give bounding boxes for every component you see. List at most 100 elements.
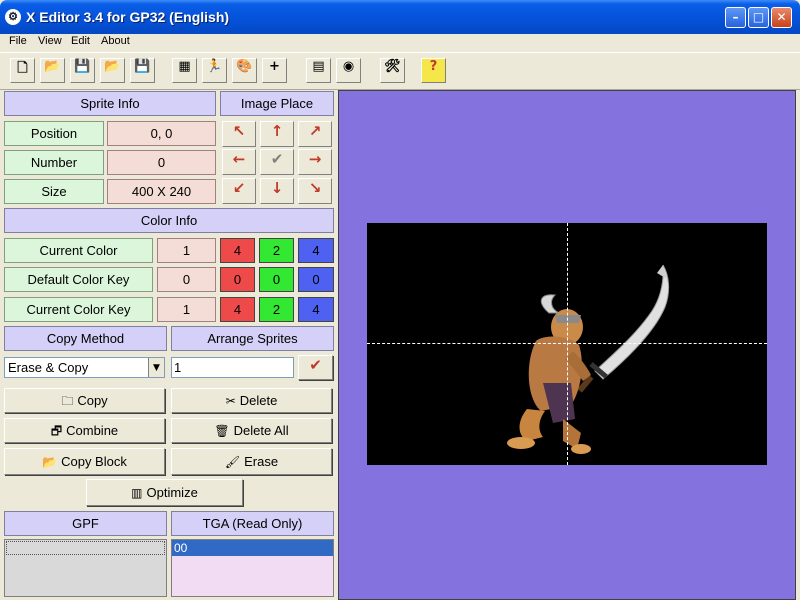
default-color-key-index: 0 [157, 267, 216, 292]
arrange-apply-button[interactable]: ✔ [298, 355, 333, 380]
arrow-up-left-button[interactable]: ↖ [222, 121, 256, 147]
arrow-down-left-button[interactable]: ↙ [222, 178, 256, 204]
delete-button[interactable]: ✂ Delete [171, 388, 332, 413]
open-folder-icon: 📂 [42, 455, 58, 469]
arrange-sprites-input[interactable]: 1 [171, 357, 294, 378]
default-color-key-red: 0 [220, 267, 255, 292]
default-color-key-label: Default Color Key [4, 267, 153, 292]
trash-icon: 🗑 [214, 424, 230, 438]
menu-edit[interactable]: Edit [71, 35, 90, 47]
maximize-button[interactable]: □ [748, 7, 769, 28]
delete-all-button-label: Delete All [233, 423, 289, 438]
optimize-icon: ▥ [131, 486, 143, 500]
list-item[interactable]: 00 [172, 540, 333, 556]
sprite-view[interactable] [367, 223, 767, 465]
close-button[interactable]: ✕ [771, 7, 792, 28]
size-value: 400 X 240 [107, 179, 216, 204]
copy-block-button-label: Copy Block [61, 454, 127, 469]
gpf-list[interactable] [4, 539, 167, 597]
number-label: Number [4, 150, 104, 175]
current-color-index: 1 [157, 238, 216, 263]
disc-icon[interactable]: ◉ [336, 58, 361, 83]
current-color-key-blue: 4 [298, 297, 334, 322]
default-color-key-green: 0 [259, 267, 294, 292]
eraser-icon: 🖌 [224, 455, 241, 469]
erase-button-label: Erase [244, 454, 279, 469]
arrow-up-right-button[interactable]: ↗ [298, 121, 332, 147]
current-color-key-index: 1 [157, 297, 216, 322]
arrow-left-button[interactable]: ← [222, 149, 256, 175]
chevron-down-icon[interactable]: ▼ [148, 358, 164, 377]
title-bar: ⚙ X Editor 3.4 for GP32 (English) – □ ✕ [0, 0, 800, 34]
gpf-header: GPF [4, 511, 167, 536]
copy-button-label: Copy [77, 393, 108, 408]
current-color-label: Current Color [4, 238, 153, 263]
color-info-header: Color Info [4, 208, 334, 233]
delete-all-button[interactable]: 🗑 Delete All [171, 418, 332, 443]
current-color-key-label: Current Color Key [4, 297, 153, 322]
arrow-right-button[interactable]: → [298, 149, 332, 175]
copy-button[interactable]: 🗀 Copy [4, 388, 165, 413]
current-color-red: 4 [220, 238, 255, 263]
size-label: Size [4, 179, 104, 204]
window-title: X Editor 3.4 for GP32 (English) [26, 9, 230, 25]
image-place-header: Image Place [220, 91, 334, 116]
open-folder-icon[interactable]: 📂 [40, 58, 65, 83]
minimize-button[interactable]: – [725, 7, 746, 28]
position-label: Position [4, 121, 104, 146]
tga-header: TGA (Read Only) [171, 511, 334, 536]
current-color-blue: 4 [298, 238, 334, 263]
number-value: 0 [107, 150, 216, 175]
tools-icon[interactable]: 🛠 [380, 58, 405, 83]
save-icon[interactable]: 💾 [70, 58, 95, 83]
palette-icon[interactable]: 🎨 [232, 58, 257, 83]
menu-file[interactable]: File [9, 35, 27, 47]
center-check-button[interactable]: ✔ [260, 149, 294, 175]
gpf-list-focus [6, 541, 165, 555]
arrange-sprites-header: Arrange Sprites [171, 326, 334, 351]
menu-about[interactable]: About [101, 35, 130, 47]
delete-icon: ✂ [225, 394, 236, 408]
default-color-key-blue: 0 [298, 267, 334, 292]
delete-button-label: Delete [239, 393, 278, 408]
combine-icon: 🗗 [50, 424, 63, 438]
vertical-guide [567, 223, 568, 465]
combine-button[interactable]: 🗗 Combine [4, 418, 165, 443]
arrow-up-button[interactable]: ↑ [260, 121, 294, 147]
erase-button[interactable]: 🖌 Erase [171, 448, 332, 475]
position-value: 0, 0 [107, 121, 216, 146]
left-panel: Sprite Info Image Place Position 0, 0 Nu… [0, 90, 338, 600]
sprite-canvas-area[interactable] [338, 90, 796, 600]
current-color-key-red: 4 [220, 297, 255, 322]
save-2-icon[interactable]: 💾 [130, 58, 155, 83]
calendar-grid-icon[interactable]: ▤ [306, 58, 331, 83]
tga-list[interactable]: 00 [171, 539, 334, 597]
plus-icon[interactable]: + [262, 58, 287, 83]
current-color-green: 2 [259, 238, 294, 263]
copy-method-value: Erase & Copy [8, 360, 89, 375]
copy-block-button[interactable]: 📂 Copy Block [4, 448, 165, 475]
menu-view[interactable]: View [38, 35, 62, 47]
new-file-icon[interactable]: 🗋 [10, 58, 35, 83]
minimize-icon: – [732, 10, 739, 24]
maximize-icon: □ [752, 10, 765, 24]
menu-bar: File View Edit About [0, 34, 800, 52]
open-folder-2-icon[interactable]: 📂 [100, 58, 125, 83]
close-icon: ✕ [776, 10, 787, 24]
arrow-down-right-button[interactable]: ↘ [298, 178, 332, 204]
folder-icon: 🗀 [61, 394, 74, 408]
copy-method-header: Copy Method [4, 326, 167, 351]
running-man-icon[interactable]: 🏃 [202, 58, 227, 83]
current-color-key-green: 2 [259, 297, 294, 322]
gear-icon[interactable]: ⚙ [5, 9, 21, 25]
optimize-button[interactable]: ▥ Optimize [86, 479, 243, 506]
checkmark-icon: ✔ [309, 356, 322, 374]
optimize-button-label: Optimize [146, 485, 198, 500]
sprite-info-header: Sprite Info [4, 91, 216, 116]
copy-method-select[interactable]: Erase & Copy ▼ [4, 357, 165, 378]
help-icon[interactable]: ? [421, 58, 446, 83]
arrow-down-button[interactable]: ↓ [260, 178, 294, 204]
toolbar: 🗋 📂 💾 📂 💾 ▦ 🏃 🎨 + ▤ ◉ 🛠 ? [0, 52, 800, 90]
sprite-sheet-icon[interactable]: ▦ [172, 58, 197, 83]
combine-button-label: Combine [66, 423, 119, 438]
